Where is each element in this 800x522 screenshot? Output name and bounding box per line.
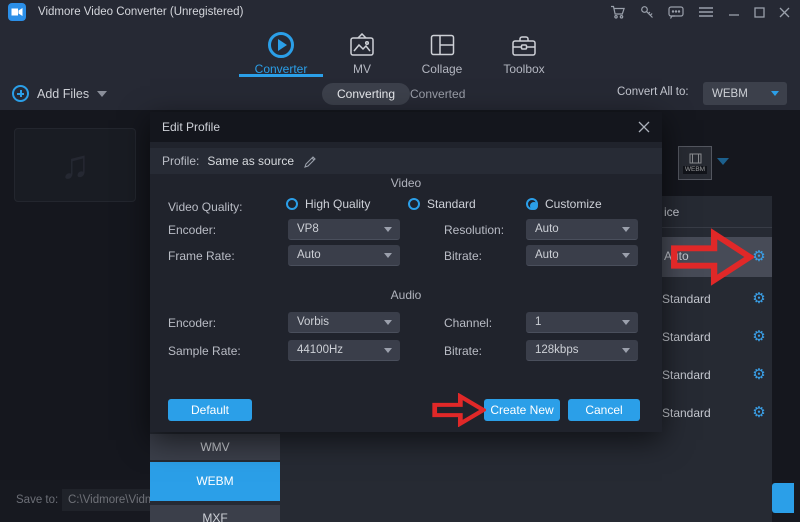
converter-icon [236,30,326,60]
samplerate-select[interactable]: 44100Hz [288,340,400,361]
active-tab-underline [239,74,323,77]
convert-all-dropdown[interactable]: WEBM [703,82,787,105]
gear-icon[interactable]: ⚙ [748,356,770,394]
title-bar: Vidmore Video Converter (Unregistered) [0,0,800,24]
cancel-button[interactable]: Cancel [568,399,640,421]
gear-icon[interactable]: ⚙ [748,394,770,432]
edit-pencil-icon[interactable] [303,155,317,168]
dialog-title: Edit Profile [162,120,220,134]
add-files-button[interactable]: Add Files [12,85,107,102]
annotation-arrow-create-new [432,393,486,427]
radio-high-quality[interactable]: High Quality [286,197,370,211]
maximize-icon[interactable] [754,7,765,18]
plus-icon [12,85,29,102]
panel-header-text: ice [664,196,679,228]
main-area: ♫ 4:32 WEBM Save to: C:\Vidmore\Vidmor i… [0,110,800,522]
profile-value: Same as source [207,154,294,168]
toolbox-icon [479,30,569,60]
samplerate-label: Sample Rate: [168,344,241,358]
annotation-arrow-gear [670,228,754,286]
resolution-select[interactable]: Auto [526,219,638,240]
collage-icon [397,30,487,60]
video-quality-label: Video Quality: [168,200,243,214]
convert-all-button-fragment[interactable] [772,483,794,513]
chevron-down-icon [97,91,107,97]
profile-label: Profile: [162,154,199,168]
tab-toolbox[interactable]: Toolbox [479,30,569,76]
app-logo-icon [8,3,26,21]
tab-converting[interactable]: Converting [322,83,410,105]
cart-icon[interactable] [610,5,626,19]
radio-icon [286,198,298,210]
audio-bitrate-label: Bitrate: [444,344,482,358]
edit-profile-dialog: Edit Profile Profile: Same as source Vid… [150,112,662,432]
close-icon[interactable] [638,121,650,133]
feedback-icon[interactable] [668,6,684,19]
gear-icon[interactable]: ⚙ [748,318,770,356]
create-new-button[interactable]: Create New [484,399,560,421]
format-item-wmv[interactable]: WMV [150,434,280,460]
mv-icon [317,30,407,60]
default-button[interactable]: Default [168,399,252,421]
tab-mv[interactable]: MV [317,30,407,76]
minimize-icon[interactable] [728,6,740,18]
nav-bar: Converter MV Collage Toolbox [0,24,800,82]
encoder-label: Encoder: [168,223,216,237]
encoder-select[interactable]: VP8 [288,219,400,240]
toolbar: Add Files Converting Converted Convert A… [0,82,800,110]
tab-converted[interactable]: Converted [410,83,465,105]
channel-select[interactable]: 1 [526,312,638,333]
radio-standard[interactable]: Standard [408,197,476,211]
framerate-select[interactable]: Auto [288,245,400,266]
tab-collage[interactable]: Collage [397,30,487,76]
app-window: Vidmore Video Converter (Unregistered) C… [0,0,800,522]
video-section-label: Video [150,176,662,190]
menu-icon[interactable] [698,6,714,18]
tab-converter[interactable]: Converter [236,30,326,76]
register-key-icon[interactable] [640,5,654,19]
window-title: Vidmore Video Converter (Unregistered) [38,6,243,18]
radio-icon [408,198,420,210]
format-item-mxf[interactable]: MXF [150,505,280,522]
audio-encoder-label: Encoder: [168,316,216,330]
resolution-label: Resolution: [444,223,504,237]
close-icon[interactable] [779,7,790,18]
bitrate-select[interactable]: Auto [526,245,638,266]
profile-name-row: Profile: Same as source [150,148,662,174]
framerate-label: Frame Rate: [168,249,235,263]
channel-label: Channel: [444,316,492,330]
audio-encoder-select[interactable]: Vorbis [288,312,400,333]
convert-all-label: Convert All to: [617,86,689,98]
audio-section-label: Audio [150,288,662,302]
format-item-webm[interactable]: WEBM [150,462,280,501]
chevron-down-icon [771,91,779,96]
dialog-header: Edit Profile [150,112,662,142]
audio-bitrate-select[interactable]: 128kbps [526,340,638,361]
radio-checked-icon [526,198,538,210]
bitrate-label: Bitrate: [444,249,482,263]
radio-customize[interactable]: Customize [526,197,602,211]
